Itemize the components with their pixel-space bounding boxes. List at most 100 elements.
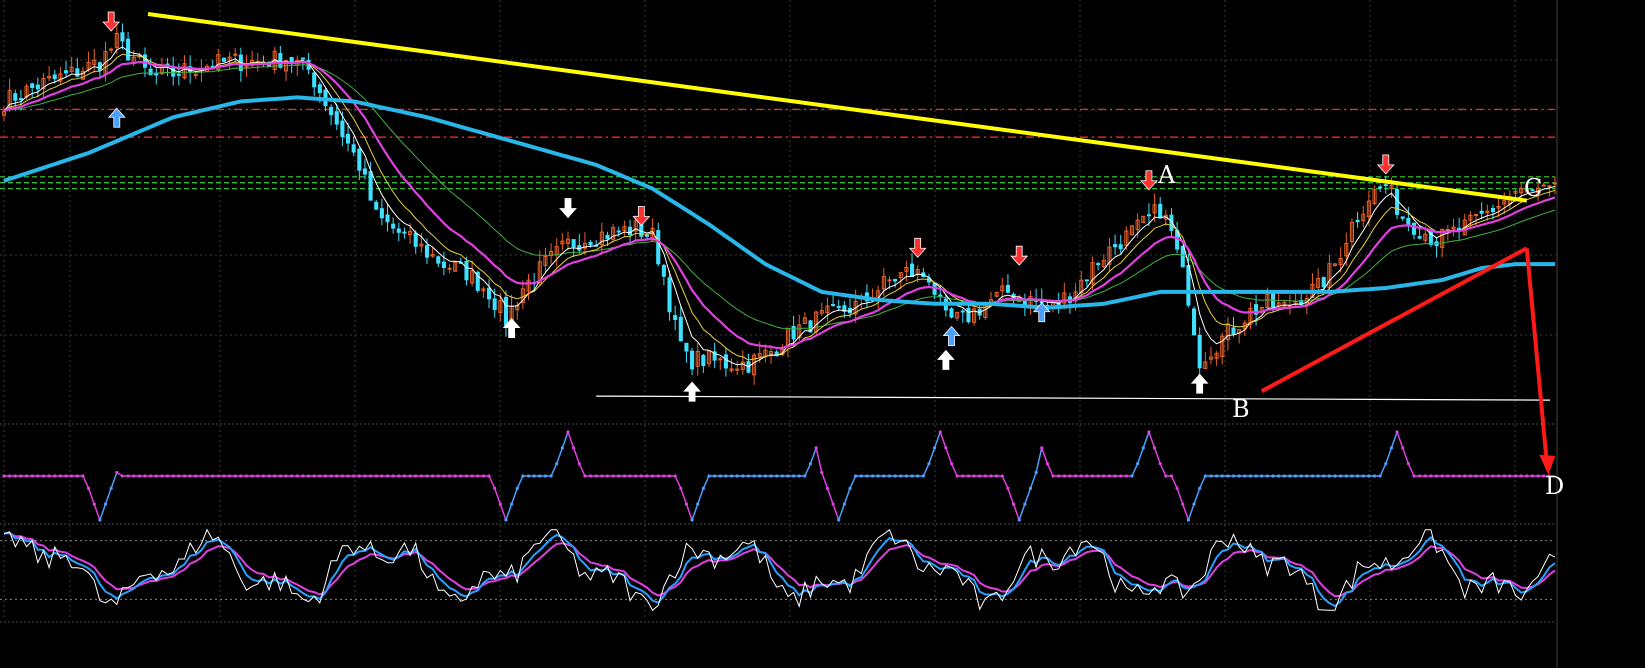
osc1-dot (1288, 474, 1292, 478)
osc1-dot (786, 474, 790, 478)
candle-body (718, 358, 723, 361)
osc1-dot (966, 474, 971, 478)
osc1-segment (1159, 463, 1167, 477)
osc1-dot (8, 474, 12, 478)
candle-body (1197, 334, 1202, 369)
osc1-dot (504, 518, 508, 522)
candle-body (402, 231, 407, 234)
candle-body (396, 228, 401, 233)
osc1-dot (696, 502, 700, 506)
osc1-dot (385, 474, 390, 478)
osc1-segment (685, 503, 693, 521)
candle-body (938, 294, 943, 297)
pivot-labels: A B C D (1157, 161, 1564, 500)
signal-arrow-icon (1140, 170, 1158, 191)
osc1-dot (1480, 474, 1484, 478)
osc1-dot (758, 474, 762, 478)
signal-arrow-icon (1376, 154, 1395, 175)
osc1-dot (583, 474, 587, 478)
osc1-dot (216, 474, 220, 478)
osc1-dot (1079, 474, 1083, 478)
osc1-dot (340, 474, 344, 478)
osc1-dot (1051, 474, 1055, 478)
osc1-dot (854, 474, 858, 478)
osc1-segment (1148, 431, 1156, 449)
osc1-dot (352, 474, 356, 478)
osc1-dot (53, 474, 57, 478)
candle-body (329, 106, 334, 116)
candle-body (300, 57, 305, 60)
candle-body (661, 265, 666, 277)
candle-body (126, 38, 131, 61)
osc1-segment (804, 463, 812, 477)
osc1-dot (1361, 474, 1365, 478)
osc1-dot (81, 474, 85, 478)
candle-body (673, 315, 678, 320)
osc1-segment (567, 431, 575, 449)
osc1-dot (1457, 474, 1461, 478)
candle-body (148, 68, 153, 76)
candle-body (684, 342, 689, 352)
candle-body (1321, 277, 1326, 288)
candle-body (1191, 308, 1197, 336)
osc1-segment (556, 447, 564, 464)
osc1-dot (989, 474, 993, 478)
osc1-dot (1333, 474, 1337, 478)
osc1-segment (1170, 475, 1178, 489)
osc1-segment (821, 472, 829, 489)
osc1-dot (983, 474, 987, 478)
osc1-dot (402, 474, 407, 478)
candle-body (1552, 182, 1558, 185)
candle-body (221, 57, 227, 62)
osc1-dot (825, 486, 830, 490)
osc1-segment (572, 447, 580, 464)
candle-body (836, 306, 841, 309)
osc1-dot (1243, 474, 1247, 478)
osc1-dot (780, 474, 784, 478)
candle-body (690, 350, 695, 370)
osc1-dot (493, 486, 497, 490)
osc1-dot (803, 474, 807, 478)
osc1-dot (1508, 474, 1512, 478)
osc1-segment (561, 431, 569, 449)
osc1-dot (177, 474, 181, 478)
osc1-dot (41, 474, 46, 478)
osc1-dot (605, 474, 610, 478)
osc1-dot (64, 474, 68, 478)
osc1-dot (92, 502, 96, 506)
osc1-dot (634, 474, 638, 478)
osc1-dot (414, 474, 418, 478)
osc1-dot (1068, 474, 1072, 478)
osc1-dot (30, 474, 34, 478)
osc1-segment (93, 503, 101, 521)
osc1-dot (1102, 474, 1106, 478)
osc1-segment (843, 488, 851, 505)
osc1-dot (1418, 474, 1422, 478)
ma-mid-line (3, 60, 1556, 350)
osc1-dot (329, 474, 333, 478)
candle-body (678, 316, 683, 342)
osc1-dot (1000, 474, 1004, 478)
osc1-segment (922, 463, 930, 477)
osc1-segment (488, 475, 496, 489)
candle-body (893, 278, 898, 282)
candle-body (35, 84, 40, 90)
osc1-dot (318, 474, 322, 478)
osc1-dot (842, 502, 846, 506)
osc1-segment (1198, 475, 1207, 489)
osc1-dot (961, 474, 965, 478)
osc1-dot (1260, 474, 1264, 478)
osc1-dot (1220, 474, 1224, 478)
osc1-dot (1350, 474, 1354, 478)
oscillator-panel-2 (0, 528, 1556, 612)
pivot-label-d: D (1545, 472, 1564, 500)
osc1-dot (1062, 474, 1066, 478)
osc1-dot (797, 474, 801, 478)
osc1-dot (1006, 486, 1010, 490)
osc1-dot (1237, 474, 1241, 478)
osc1-segment (1390, 431, 1398, 449)
osc1-dot (572, 446, 576, 450)
candle-body (317, 84, 322, 94)
signal-arrow-icon (1190, 373, 1209, 394)
osc1-dot (882, 474, 886, 478)
